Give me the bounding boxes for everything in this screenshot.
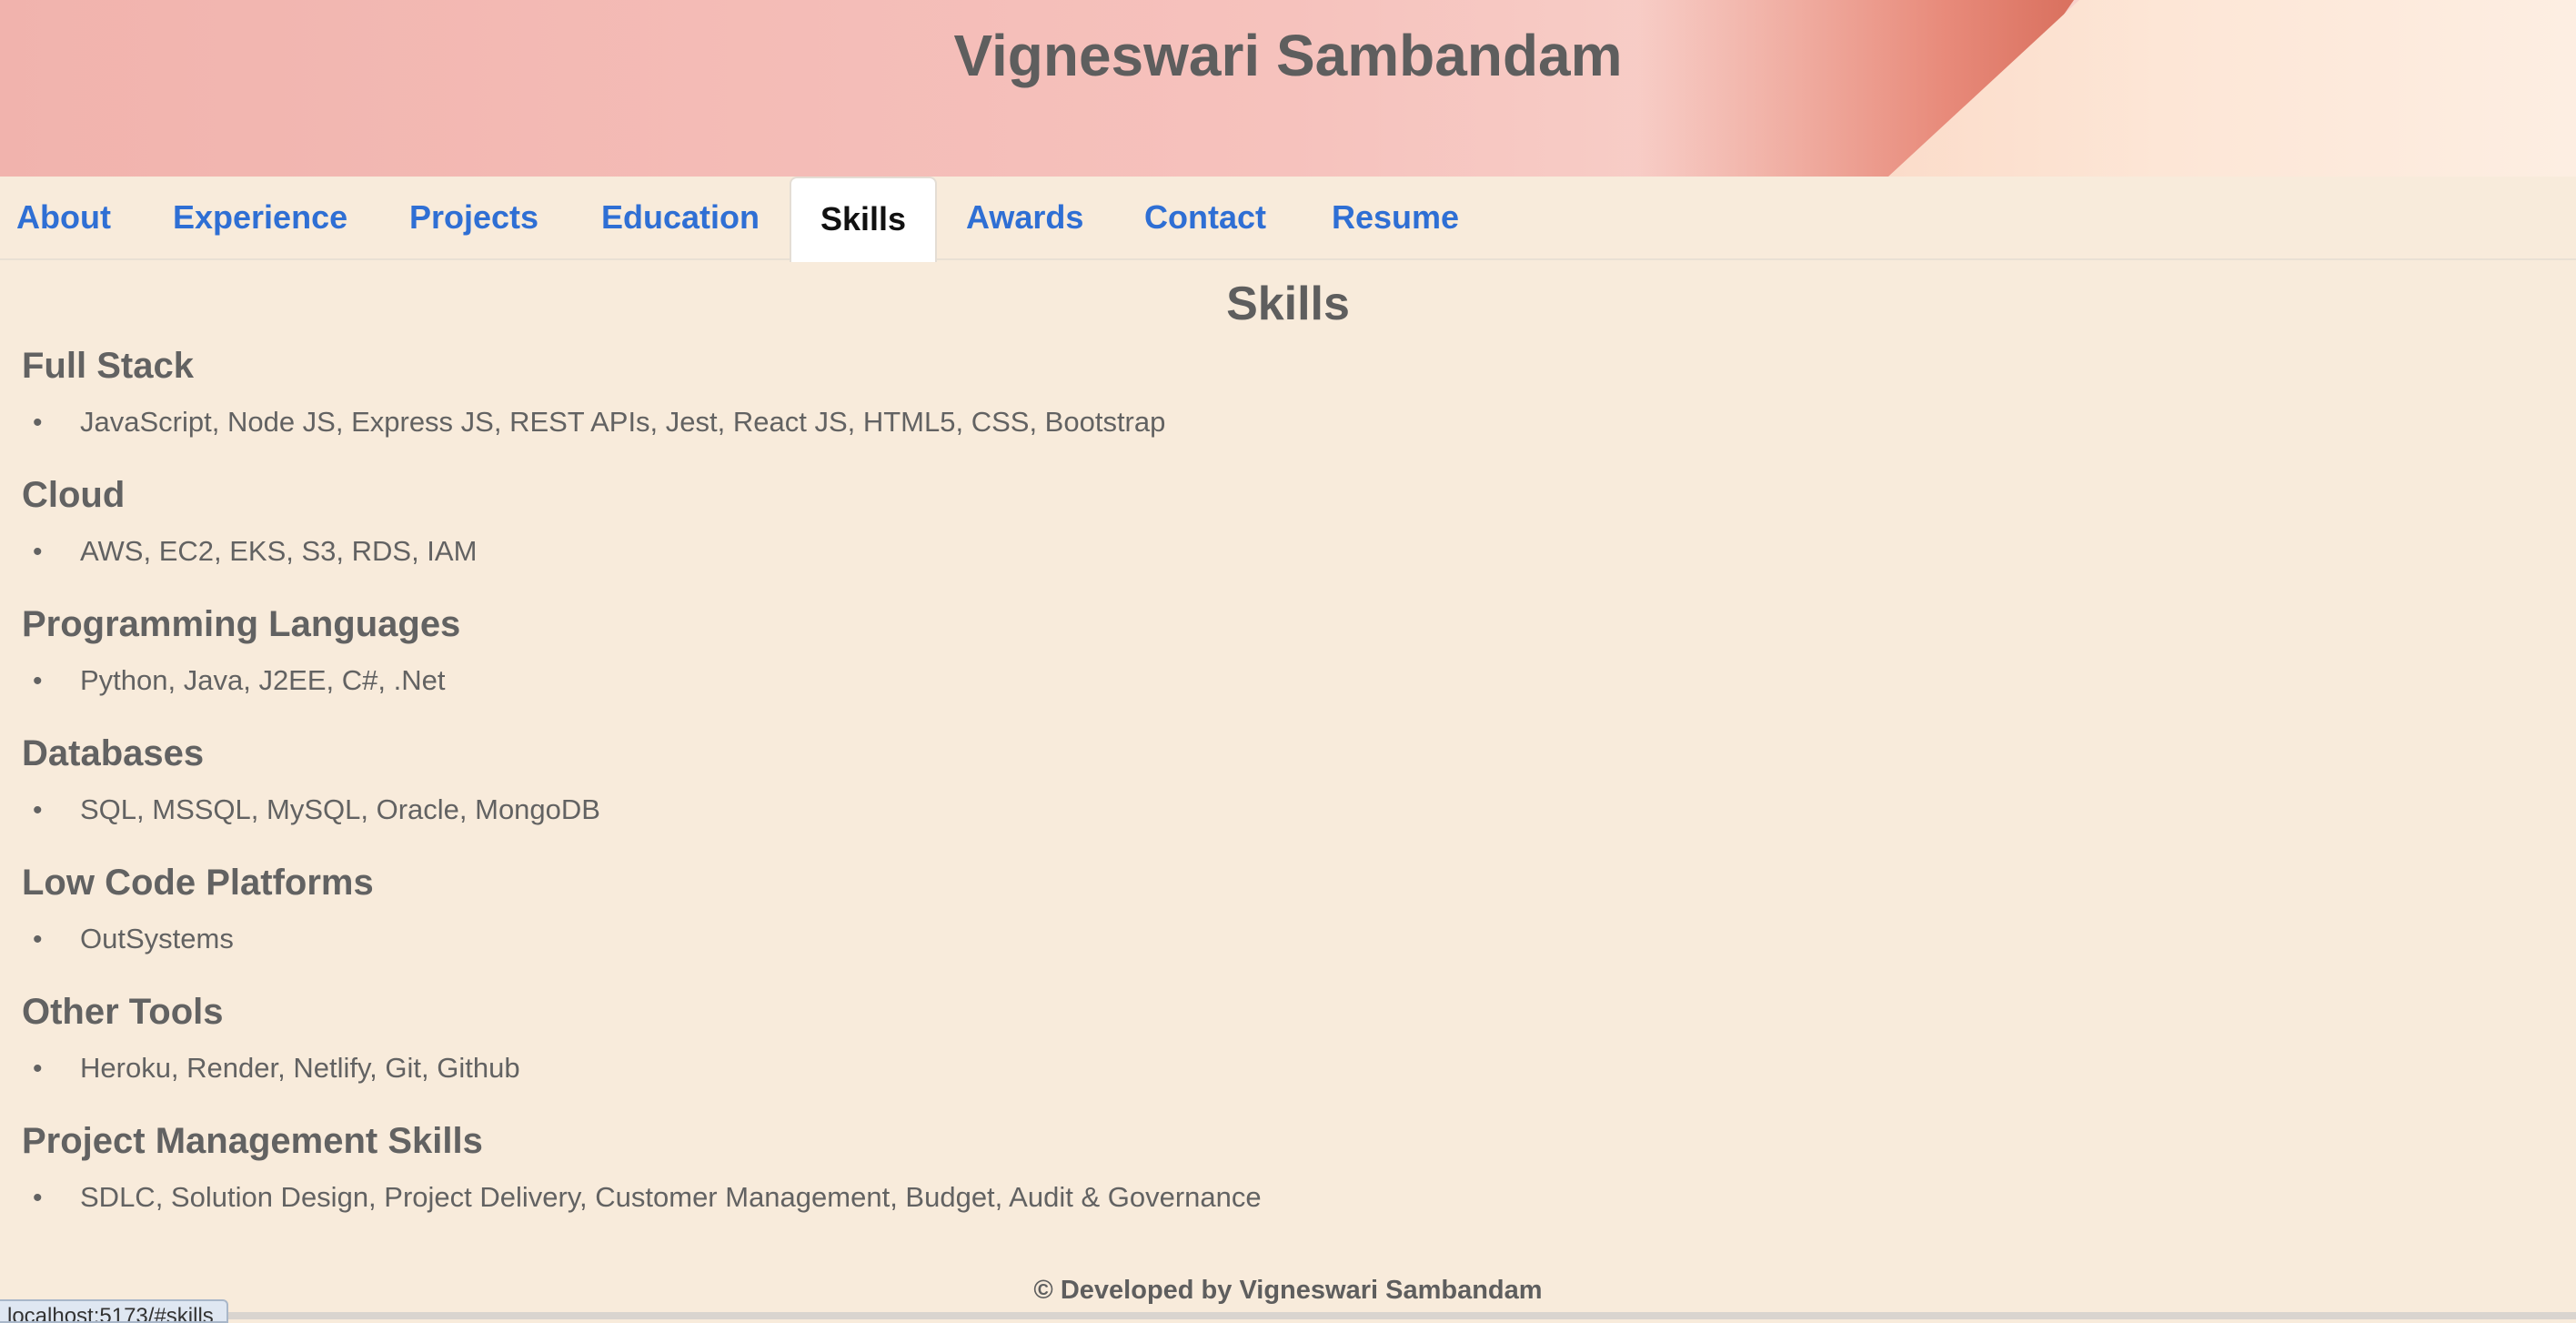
tab-projects[interactable]: Projects (409, 177, 538, 258)
list-item: • SDLC, Solution Design, Project Delivery… (33, 1181, 1262, 1214)
tab-contact[interactable]: Contact (1144, 177, 1266, 258)
list-item: • Heroku, Render, Netlify, Git, Github (33, 1052, 520, 1085)
section-heading-databases: Databases (22, 733, 205, 773)
tab-resume[interactable]: Resume (1332, 177, 1459, 258)
list-item: • SQL, MSSQL, MySQL, Oracle, MongoDB (33, 793, 600, 826)
status-bar-url: localhost:5173/#skills (0, 1299, 228, 1323)
list-item: • AWS, EC2, EKS, S3, RDS, IAM (33, 535, 477, 568)
list-item-text: Python, Java, J2EE, C#, .Net (80, 664, 446, 696)
list-item-text: OutSystems (80, 923, 234, 954)
bullet-icon: • (33, 537, 43, 567)
section-heading-programming-languages: Programming Languages (22, 604, 461, 644)
tab-awards[interactable]: Awards (966, 177, 1083, 258)
bullet-icon: • (33, 408, 43, 438)
tab-about[interactable]: About (16, 177, 111, 258)
bullet-icon: • (33, 1183, 43, 1213)
bullet-icon: • (33, 795, 43, 825)
nav-bar: About Experience Projects Education Skil… (0, 177, 2576, 262)
section-heading-cloud: Cloud (22, 475, 126, 515)
page-title: Skills (1226, 278, 1350, 330)
tab-experience[interactable]: Experience (173, 177, 347, 258)
section-heading-project-management-skills: Project Management Skills (22, 1121, 483, 1161)
list-item: • JavaScript, Node JS, Express JS, REST A… (33, 406, 1165, 439)
list-item-text: Heroku, Render, Netlify, Git, Github (80, 1052, 520, 1084)
bullet-icon: • (33, 1054, 43, 1084)
window-bottom-edge (0, 1312, 2576, 1319)
section-heading-full-stack: Full Stack (22, 346, 194, 386)
section-heading-low-code-platforms: Low Code Platforms (22, 863, 374, 903)
list-item-text: AWS, EC2, EKS, S3, RDS, IAM (80, 535, 478, 567)
footer-credit: © Developed by Vigneswari Sambandam (1033, 1276, 1543, 1305)
list-item: • OutSystems (33, 923, 234, 955)
list-item-text: SDLC, Solution Design, Project Delivery,… (80, 1181, 1262, 1213)
site-title: Vigneswari Sambandam (953, 23, 1623, 88)
section-heading-other-tools: Other Tools (22, 992, 224, 1032)
list-item: • Python, Java, J2EE, C#, .Net (33, 664, 445, 697)
tab-education[interactable]: Education (601, 177, 760, 258)
bullet-icon: • (33, 924, 43, 954)
bullet-icon: • (33, 666, 43, 696)
list-item-text: JavaScript, Node JS, Express JS, REST AP… (80, 406, 1166, 438)
list-item-text: SQL, MSSQL, MySQL, Oracle, MongoDB (80, 793, 600, 825)
site-header: Vigneswari Sambandam (0, 0, 2576, 177)
tab-skills[interactable]: Skills (790, 177, 937, 262)
